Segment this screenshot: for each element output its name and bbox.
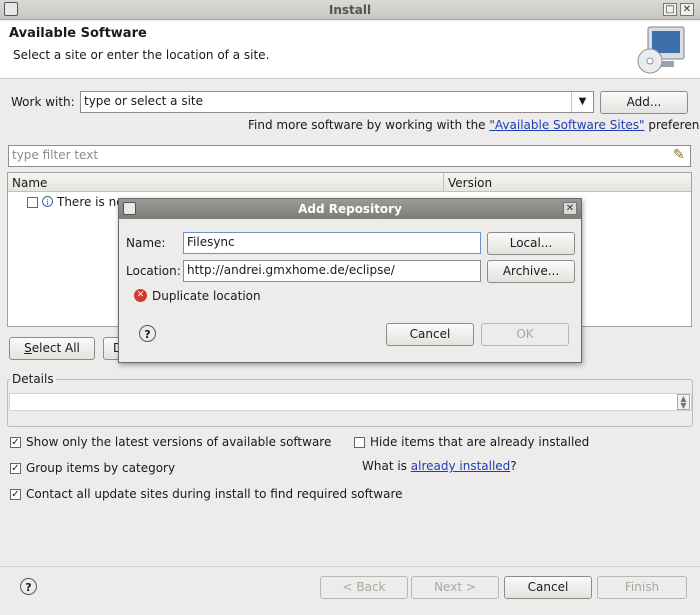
more-software-suffix: preferences.: [648, 118, 700, 132]
table-header: Name Version: [8, 173, 691, 192]
more-software-prefix: Find more software by working with the: [248, 118, 490, 132]
what-is-suffix: ?: [510, 459, 517, 473]
column-version[interactable]: Version: [448, 176, 492, 190]
window-titlebar: Install □ ✕: [0, 0, 700, 20]
footer-divider: [0, 566, 700, 567]
what-is-prefix: What is: [362, 459, 411, 473]
contact-sites-checkbox[interactable]: ✓: [10, 489, 21, 500]
clear-filter-icon[interactable]: ✎: [673, 147, 685, 163]
wizard-header: Available Software Select a site or ente…: [0, 21, 700, 79]
add-site-button[interactable]: Add...: [600, 91, 688, 114]
cancel-button[interactable]: Cancel: [504, 576, 592, 599]
available-sites-link[interactable]: "Available Software Sites": [489, 118, 644, 132]
add-repository-dialog: Add Repository ✕ Name: Filesync Local...…: [118, 198, 582, 363]
filter-input[interactable]: type filter text: [8, 145, 691, 167]
hide-installed-checkbox[interactable]: [354, 437, 365, 448]
hide-installed-label: Hide items that are already installed: [370, 435, 590, 449]
dialog-help-icon[interactable]: ?: [139, 325, 156, 342]
location-label: Location:: [126, 264, 181, 278]
page-title: Available Software: [9, 26, 147, 41]
contact-sites-label: Contact all update sites during install …: [26, 487, 403, 501]
more-software-text: Find more software by working with the "…: [248, 118, 700, 132]
dialog-title: Add Repository: [298, 202, 402, 216]
close-window-button[interactable]: ✕: [680, 3, 694, 16]
name-label: Name:: [126, 236, 166, 250]
error-icon: ✕: [134, 289, 147, 302]
cd-monitor-icon: [637, 26, 685, 74]
table-row-text: There is no: [57, 195, 124, 209]
local-button[interactable]: Local...: [487, 232, 575, 255]
details-scroll-icon[interactable]: ▲ ▼: [677, 394, 690, 410]
help-icon[interactable]: ?: [20, 578, 37, 595]
work-with-combo[interactable]: type or select a site: [80, 91, 594, 113]
what-is-installed-text: What is already installed?: [362, 459, 517, 473]
column-name[interactable]: Name: [12, 176, 47, 190]
latest-versions-label: Show only the latest versions of availab…: [26, 435, 332, 449]
location-input[interactable]: http://andrei.gmxhome.de/eclipse/: [183, 260, 481, 282]
select-all-button[interactable]: Select All: [9, 337, 95, 360]
archive-button[interactable]: Archive...: [487, 260, 575, 283]
maximize-button[interactable]: □: [663, 3, 677, 16]
already-installed-link[interactable]: already installed: [411, 459, 511, 473]
back-button[interactable]: < Back: [320, 576, 408, 599]
chevron-down-icon[interactable]: ▼: [571, 92, 593, 112]
work-with-label: Work with:: [11, 95, 75, 109]
group-by-category-label: Group items by category: [26, 461, 176, 475]
error-message: Duplicate location: [152, 289, 261, 303]
dialog-titlebar: Add Repository ✕: [119, 199, 581, 219]
next-button[interactable]: Next >: [411, 576, 499, 599]
details-text: [9, 393, 692, 411]
details-label: Details: [10, 372, 56, 386]
filter-placeholder: type filter text: [12, 148, 99, 162]
group-by-category-checkbox[interactable]: ✓: [10, 463, 21, 474]
page-subtitle: Select a site or enter the location of a…: [13, 48, 270, 62]
dialog-ok-button[interactable]: OK: [481, 323, 569, 346]
latest-versions-checkbox[interactable]: ✓: [10, 437, 21, 448]
dialog-cancel-button[interactable]: Cancel: [386, 323, 474, 346]
window-title: Install: [328, 3, 372, 17]
work-with-combo-text: type or select a site: [84, 94, 204, 108]
finish-button[interactable]: Finish: [597, 576, 687, 599]
row-checkbox[interactable]: [27, 197, 38, 208]
info-icon: i: [42, 196, 53, 207]
name-input[interactable]: Filesync: [183, 232, 481, 254]
dialog-close-button[interactable]: ✕: [563, 202, 577, 215]
